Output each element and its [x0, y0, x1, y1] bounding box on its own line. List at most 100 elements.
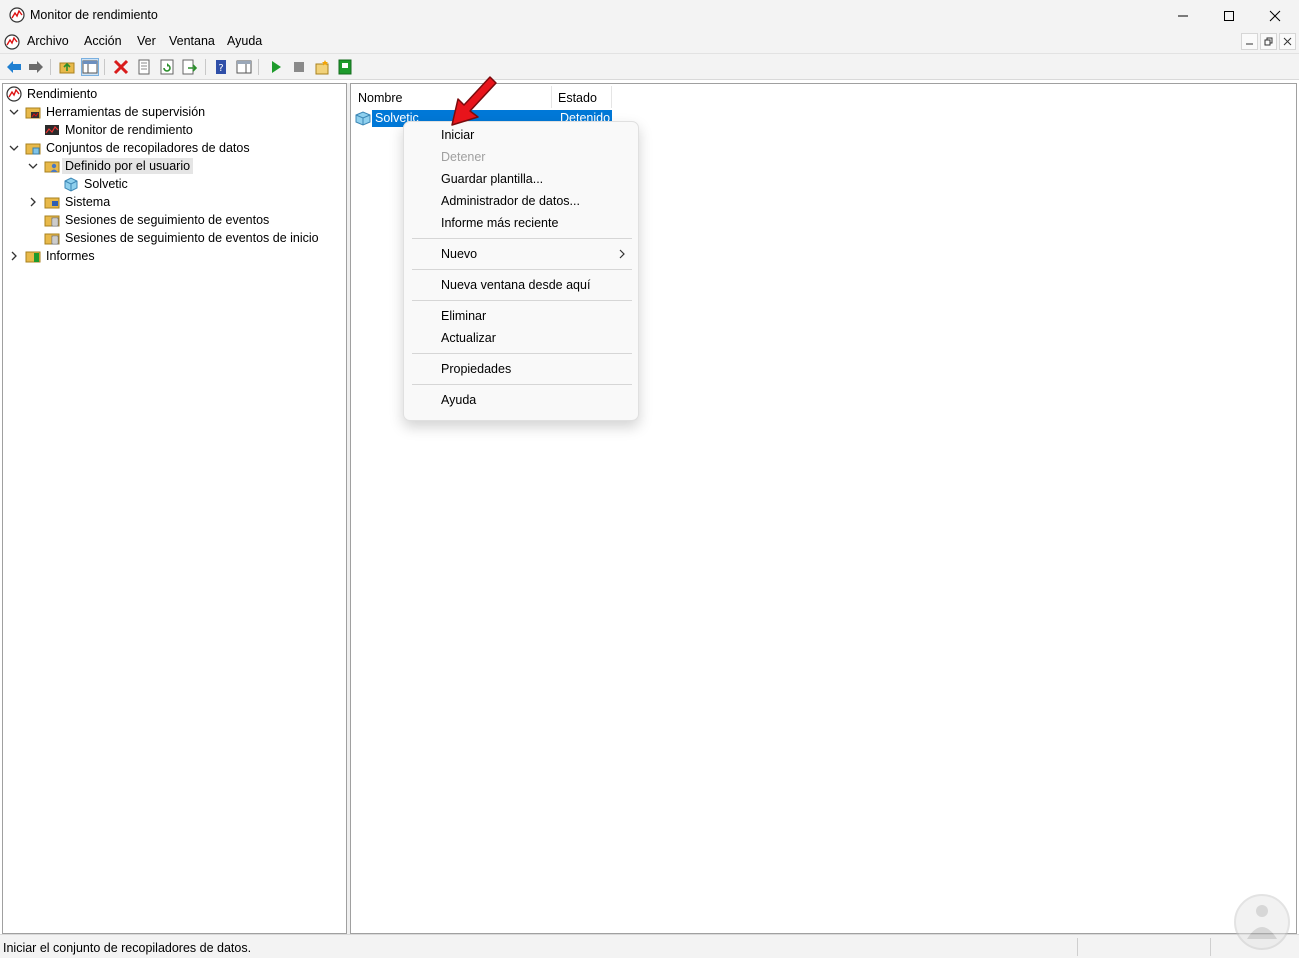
- restore-icon: [1264, 37, 1273, 46]
- status-text: Iniciar el conjunto de recopiladores de …: [3, 941, 252, 955]
- close-button[interactable]: [1252, 0, 1298, 31]
- menu-separator: [412, 269, 632, 270]
- minimize-button[interactable]: [1160, 0, 1206, 31]
- performance-monitor-icon: [6, 86, 22, 102]
- toolbar-separator: [104, 59, 105, 75]
- stop-button[interactable]: [290, 58, 308, 76]
- column-header-estado[interactable]: Estado: [552, 86, 612, 108]
- pointer-arrow-icon: [451, 76, 497, 126]
- menu-item-informe-reciente[interactable]: Informe más reciente: [441, 213, 558, 233]
- properties-sheet-icon: [138, 59, 150, 75]
- tree-item-sesiones[interactable]: Sesiones de seguimiento de eventos: [3, 211, 343, 229]
- menu-item-eliminar[interactable]: Eliminar: [441, 306, 486, 326]
- delete-button[interactable]: [112, 58, 130, 76]
- menu-archivo[interactable]: Archivo: [25, 34, 71, 48]
- tree-item-label: Sistema: [65, 195, 111, 209]
- maximize-icon: [1224, 10, 1234, 21]
- menu-separator: [412, 384, 632, 385]
- tree-item-definido[interactable]: Definido por el usuario: [3, 157, 343, 175]
- menu-ventana[interactable]: Ventana: [167, 34, 217, 48]
- play-icon: [272, 61, 281, 73]
- menu-ver[interactable]: Ver: [135, 34, 158, 48]
- menu-item-actualizar[interactable]: Actualizar: [441, 328, 496, 348]
- status-divider: [1077, 938, 1078, 956]
- folder-system-icon: [44, 197, 60, 209]
- forward-button[interactable]: [27, 58, 45, 76]
- menu-accion[interactable]: Acción: [82, 34, 124, 48]
- new-item-icon: [315, 60, 329, 75]
- export-icon: [182, 59, 198, 75]
- stop-icon: [294, 62, 304, 72]
- folder-trace-icon: [44, 233, 60, 245]
- menu-item-ayuda[interactable]: Ayuda: [441, 390, 476, 410]
- properties-button[interactable]: [135, 58, 153, 76]
- chevron-down-icon[interactable]: [9, 107, 19, 117]
- solvetic-logo-icon: [1234, 894, 1290, 950]
- tree-item-herramientas[interactable]: Herramientas de supervisión: [3, 103, 343, 121]
- menu-separator: [412, 353, 632, 354]
- chevron-down-icon[interactable]: [9, 143, 19, 153]
- performance-graph-icon: [45, 125, 59, 135]
- menu-item-nuevo[interactable]: Nuevo: [441, 244, 477, 264]
- arrow-right-icon: [29, 61, 43, 73]
- help-button[interactable]: ?: [212, 58, 230, 76]
- chevron-down-icon[interactable]: [28, 161, 38, 171]
- menu-item-administrador-datos[interactable]: Administrador de datos...: [441, 191, 580, 211]
- arrow-left-icon: [7, 61, 21, 73]
- back-button[interactable]: [5, 58, 23, 76]
- tree-item-label: Sesiones de seguimiento de eventos de in…: [65, 231, 319, 245]
- toolbar-separator: [50, 59, 51, 75]
- minimize-icon: [1246, 43, 1253, 45]
- report-icon: [338, 59, 352, 75]
- minimize-icon: [1178, 15, 1188, 16]
- svg-text:?: ?: [218, 63, 223, 74]
- maximize-button[interactable]: [1206, 0, 1252, 31]
- show-hide-console-tree-button[interactable]: [81, 58, 99, 76]
- window-title: Monitor de rendimiento: [30, 8, 158, 22]
- toolbar-separator: [205, 59, 206, 75]
- tree-item-sistema[interactable]: Sistema: [3, 193, 343, 211]
- chevron-right-icon[interactable]: [28, 197, 38, 207]
- tree-item-label: Herramientas de supervisión: [46, 105, 206, 119]
- menu-bar: Archivo Acción Ver Ventana Ayuda: [0, 31, 1299, 53]
- tree-item-label: Conjuntos de recopiladores de datos: [46, 141, 250, 155]
- status-bar: Iniciar el conjunto de recopiladores de …: [0, 934, 1299, 958]
- tree-item-label: Rendimiento: [27, 87, 98, 101]
- menu-item-nueva-ventana[interactable]: Nueva ventana desde aquí: [441, 275, 590, 295]
- toolbar: ?: [0, 53, 1299, 80]
- status-divider: [1210, 938, 1211, 956]
- child-minimize-button[interactable]: [1241, 33, 1258, 50]
- menu-item-guardar-plantilla[interactable]: Guardar plantilla...: [441, 169, 543, 189]
- menu-separator: [412, 238, 632, 239]
- tree-item-monitor[interactable]: Monitor de rendimiento: [3, 121, 343, 139]
- show-hide-action-pane-button[interactable]: [235, 58, 253, 76]
- menu-item-propiedades[interactable]: Propiedades: [441, 359, 511, 379]
- tree-item-informes[interactable]: Informes: [3, 247, 343, 265]
- tree-item-rendimiento[interactable]: Rendimiento: [3, 85, 343, 103]
- menu-ayuda[interactable]: Ayuda: [225, 34, 264, 48]
- export-list-button[interactable]: [181, 58, 199, 76]
- child-close-button[interactable]: [1279, 33, 1296, 50]
- chevron-right-icon: [619, 249, 625, 259]
- refresh-icon: [160, 59, 174, 75]
- up-one-level-button[interactable]: [58, 58, 76, 76]
- data-collector-set-icon: [355, 111, 371, 126]
- tree-item-conjuntos[interactable]: Conjuntos de recopiladores de datos: [3, 139, 343, 157]
- folder-chart-icon: [25, 107, 41, 119]
- tree-item-solvetic[interactable]: Solvetic: [3, 175, 343, 193]
- folder-report-icon: [25, 251, 41, 263]
- help-book-icon: ?: [216, 60, 226, 74]
- chevron-right-icon[interactable]: [9, 251, 19, 261]
- latest-report-button[interactable]: [336, 58, 354, 76]
- folder-user-icon: [44, 161, 60, 173]
- tree-item-sesiones-inicio[interactable]: Sesiones de seguimiento de eventos de in…: [3, 229, 343, 247]
- child-restore-button[interactable]: [1260, 33, 1277, 50]
- folder-collector-icon: [25, 143, 41, 155]
- system-menu-icon[interactable]: [4, 34, 20, 50]
- folder-up-icon: [59, 62, 75, 74]
- tree-item-label: Informes: [46, 249, 95, 263]
- start-button[interactable]: [267, 58, 285, 76]
- new-data-collector-button[interactable]: [313, 58, 331, 76]
- refresh-button[interactable]: [158, 58, 176, 76]
- close-icon: [1269, 10, 1281, 21]
